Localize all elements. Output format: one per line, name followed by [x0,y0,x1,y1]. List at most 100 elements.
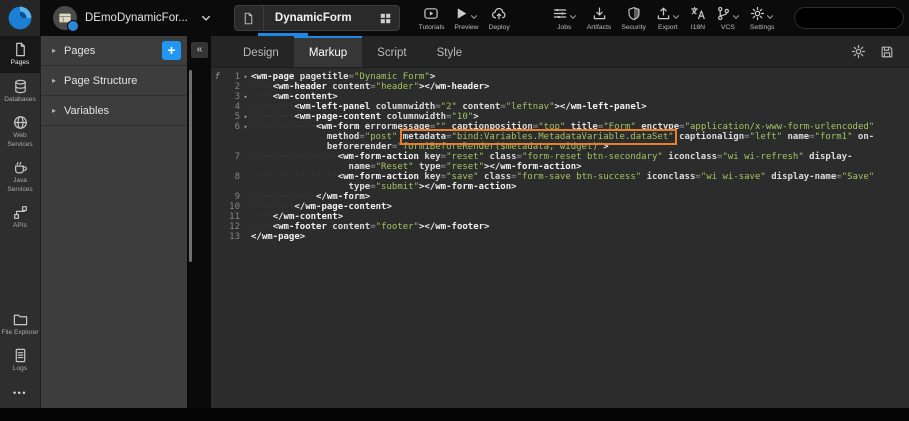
code-line-content[interactable]: ········<wm-page-content columnwidth="10… [251,112,909,122]
panel-section-label: Variables [64,105,181,117]
code-line-7[interactable]: 7 ················<wm-form-action key="re… [211,152,909,172]
code-token: "10" [452,112,474,122]
code-token: <wm-form [316,122,359,132]
gutter: 2 [211,82,251,92]
sidebar-more-button[interactable]: ••• [0,379,40,408]
gutter-marker [211,92,220,102]
toolbar-export-button[interactable]: Export [651,0,685,36]
add-page-button[interactable]: + [162,41,181,60]
code-token: "form1" [815,132,853,142]
toolbar-deploy-button[interactable]: Deploy [484,0,515,36]
code-line-content[interactable]: </wm-page> [251,232,909,242]
code-token: ></wm-header> [419,82,489,92]
wavemaker-logo[interactable] [0,0,40,36]
code-line-content[interactable]: ················<wm-form-action key="sav… [251,172,909,192]
toolbar-security-button[interactable]: Security [616,0,651,36]
sidebar-item-logs[interactable]: Logs [0,342,40,379]
panel-section-pages[interactable]: ▸Pages+ [41,36,187,66]
gear-icon [750,6,765,21]
editor-actions [851,36,909,67]
line-number: 10 [220,202,240,212]
toolbar-jobs-button[interactable]: Jobs [547,0,582,36]
code-line-content[interactable]: ····<wm-header content="header"></wm-hea… [251,82,909,92]
code-line-6[interactable]: 6▾············<wm-form errormessage="" c… [211,122,909,152]
code-token: <wm-content> [273,92,338,102]
code-line-9[interactable]: 9············</wm-form> [211,192,909,202]
fold-caret-icon[interactable]: ▾ [240,92,251,102]
toolbar-settings-button[interactable]: Settings [745,0,780,36]
panel-scrollbar[interactable] [189,70,192,262]
fold-caret-icon[interactable]: ▾ [240,72,251,82]
code-line-12[interactable]: 12····<wm-footer content="footer"></wm-f… [211,222,909,232]
fold-spacer [240,192,251,202]
gutter: 9 [211,192,251,202]
code-line-content[interactable]: ····<wm-footer content="footer"></wm-foo… [251,222,909,232]
code-line-content[interactable]: ············<wm-form errormessage="" cap… [251,122,909,152]
main-area: Pages DatabasesWeb ServicesJava ServicesA… [0,36,909,408]
code-line-content[interactable]: ············</wm-form> [251,192,909,202]
sidebar-item-apis[interactable]: APIs [0,199,40,236]
code-editor[interactable]: f1▾<wm-page pagetitle="Dynamic Form">2··… [211,68,909,408]
toolbar-artifacts-button[interactable]: Artifacts [582,0,617,36]
panel-section-page-structure[interactable]: ▸Page Structure [41,66,187,96]
line-number: 7 [220,152,240,172]
fold-spacer [240,82,251,92]
indent-guides: ········ [251,102,294,112]
grid-icon[interactable] [372,6,399,30]
code-line-content[interactable]: ········</wm-page-content> [251,202,909,212]
line-number: 5 [220,112,240,122]
sidebar-item-databases[interactable]: Databases [0,73,40,110]
code-token: <wm-page [251,72,294,82]
code-token: <wm-left-panel [294,102,370,112]
code-line-3[interactable]: 3▾····<wm-content> [211,92,909,102]
toolbar-vcs-button[interactable]: VCS [711,0,745,36]
sidebar-item-java-services[interactable]: Java Services [0,154,40,199]
sidebar-item-pages[interactable]: Pages [0,36,40,73]
page-tab-dynamicform[interactable]: DynamicForm [234,5,400,31]
indent-guides: ················ [251,172,338,182]
toolbar-tutorials-label: Tutorials [419,24,445,31]
code-token: "save" [446,172,479,182]
tab-script[interactable]: Script [362,36,421,67]
code-token: "footer" [376,222,419,232]
code-line-5[interactable]: 5▾········<wm-page-content columnwidth="… [211,112,909,122]
toolbar-export-label: Export [658,24,678,31]
tab-markup[interactable]: Markup [294,36,362,67]
toolbar-tutorials-button[interactable]: Tutorials [414,0,450,36]
code-line-11[interactable]: 11 ····</wm-content> [211,212,909,222]
sidebar-item-label: Pages [1,59,39,68]
code-token: content [457,102,500,112]
collapse-panel-button[interactable]: « [191,42,208,58]
code-token: > [473,112,478,122]
code-line-8[interactable]: 8················<wm-form-action key="sa… [211,172,909,192]
project-selector[interactable]: DEmoDynamicFor... [53,6,212,30]
code-line-2[interactable]: 2····<wm-header content="header"></wm-he… [211,82,909,92]
code-line-content[interactable]: ····</wm-content> [251,212,909,222]
fold-caret-icon[interactable]: ▾ [240,122,251,152]
sidebar-item-file-explorer[interactable]: File Explorer [0,306,40,343]
code-line-10[interactable]: 10 ········</wm-page-content> [211,202,909,212]
panel-section-variables[interactable]: ▸Variables [41,96,187,126]
code-line-content[interactable]: <wm-page pagetitle="Dynamic Form"> [251,72,909,82]
toolbar-preview-button[interactable]: Preview [449,0,483,36]
upload-icon [656,6,671,21]
code-line-13[interactable]: 13</wm-page> [211,232,909,242]
markup-settings-button[interactable] [851,44,866,59]
code-line-content[interactable]: ················<wm-form-action key="res… [251,152,909,172]
tab-style[interactable]: Style [422,36,478,67]
code-token: class [484,152,517,162]
code-token: ></wm-form-action> [419,182,517,192]
topbar-search-input[interactable] [794,7,904,29]
code-line-content[interactable]: ········<wm-left-panel columnwidth="2" c… [251,102,909,112]
line-number: 11 [220,212,240,222]
sidebar-item-web-services[interactable]: Web Services [0,109,40,154]
code-line-1[interactable]: f1▾<wm-page pagetitle="Dynamic Form"> [211,72,909,82]
toolbar-i18n-button[interactable]: I18N [685,0,711,36]
project-edit-badge [67,20,79,32]
tab-design[interactable]: Design [228,36,294,67]
code-token: class [479,172,512,182]
save-button[interactable] [880,45,894,59]
code-line-content[interactable]: ····<wm-content> [251,92,909,102]
code-line-4[interactable]: 4········<wm-left-panel columnwidth="2" … [211,102,909,112]
fold-caret-icon[interactable]: ▾ [240,112,251,122]
